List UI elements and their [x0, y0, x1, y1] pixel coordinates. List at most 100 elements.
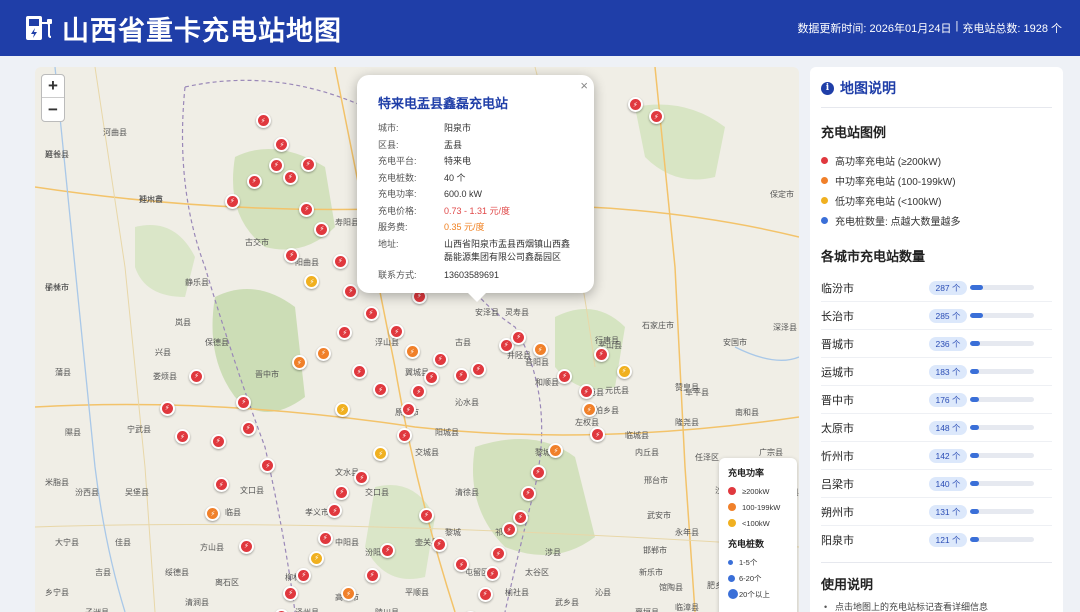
city-list[interactable]: 临汾市 287 个长治市 285 个晋城市 236 个运城市 183 个晋中市 176 个… [821, 274, 1052, 550]
station-marker-icon[interactable]: ⚡ [341, 586, 357, 602]
station-marker-icon[interactable]: ⚡ [268, 157, 284, 173]
city-name: 忻州市 [821, 450, 854, 463]
station-marker-icon[interactable]: ⚡ [470, 361, 486, 377]
station-marker-icon[interactable]: ⚡ [332, 253, 348, 269]
station-marker-icon[interactable]: ⚡ [557, 368, 573, 384]
city-row[interactable]: 朔州市 131 个 [821, 498, 1052, 526]
station-marker-icon[interactable]: ⚡ [477, 586, 493, 602]
station-marker-icon[interactable]: ⚡ [174, 429, 190, 445]
map-place-label: 泽州县 [295, 607, 319, 612]
city-row[interactable]: 临汾市 287 个 [821, 274, 1052, 302]
station-marker-icon[interactable]: ⚡ [532, 342, 548, 358]
station-marker-icon[interactable]: ⚡ [314, 221, 330, 237]
map-place-label: 隰县 [65, 428, 81, 437]
station-marker-icon[interactable]: ⚡ [210, 433, 226, 449]
station-marker-icon[interactable]: ⚡ [380, 542, 396, 558]
info-label: 城市: [378, 123, 399, 133]
station-marker-icon[interactable]: ⚡ [334, 484, 350, 500]
map-place-label: 大宁县 [55, 538, 79, 547]
station-marker-icon[interactable]: ⚡ [300, 156, 316, 172]
station-marker-icon[interactable]: ⚡ [484, 566, 500, 582]
map-place-label: 娄烦县 [153, 372, 177, 381]
city-count-bar [970, 481, 1034, 486]
map-place-label: 文口县 [240, 486, 264, 495]
station-marker-icon[interactable]: ⚡ [296, 567, 312, 583]
count-legend-item: 20个以上 [728, 586, 788, 602]
station-marker-icon[interactable]: ⚡ [512, 509, 528, 525]
station-marker-icon[interactable]: ⚡ [593, 346, 609, 362]
map-place-label: 方山县 [200, 543, 224, 552]
zoom-out-button[interactable]: − [42, 98, 64, 121]
city-row[interactable]: 晋城市 236 个 [821, 330, 1052, 358]
station-marker-icon[interactable]: ⚡ [418, 507, 434, 523]
city-row[interactable]: 晋中市 176 个 [821, 386, 1052, 414]
station-marker-icon[interactable]: ⚡ [189, 368, 205, 384]
station-marker-icon[interactable]: ⚡ [616, 363, 632, 379]
city-name: 朔州市 [821, 506, 854, 519]
info-value: 盂县 [444, 139, 463, 150]
station-marker-icon[interactable]: ⚡ [246, 173, 262, 189]
station-marker-icon[interactable]: ⚡ [501, 522, 517, 537]
station-marker-icon[interactable]: ⚡ [224, 193, 240, 209]
city-row[interactable]: 长治市 285 个 [821, 302, 1052, 330]
city-count-badge: 148 个 [929, 420, 967, 435]
map-place-label: 元氏县 [605, 386, 629, 395]
count-legend-title: 充电桩数 [728, 539, 765, 549]
station-marker-icon[interactable]: ⚡ [317, 530, 333, 546]
station-popup: × 特来电盂县鑫磊充电站 城市: 阳泉市 区县: 盂县 充电平台: 特来电 充电桩数: 40 … [357, 75, 594, 302]
map-place-label: 孝义市 [305, 508, 329, 517]
station-marker-icon[interactable]: ⚡ [236, 394, 252, 410]
map-place-label: 临漳县 [675, 603, 699, 612]
station-marker-icon[interactable]: ⚡ [284, 247, 300, 263]
station-marker-icon[interactable]: ⚡ [431, 536, 447, 552]
city-count-bar-fill [970, 453, 979, 458]
station-marker-icon[interactable]: ⚡ [238, 538, 254, 554]
station-marker-icon[interactable]: ⚡ [627, 97, 643, 113]
page-title: 山西省重卡充电站地图 [62, 15, 342, 46]
station-marker-icon[interactable]: ⚡ [343, 283, 359, 299]
station-marker-icon[interactable]: ⚡ [255, 113, 271, 129]
legend-label: 中功率充电站 (100-199kW) [835, 176, 956, 188]
city-row[interactable]: 太原市 148 个 [821, 414, 1052, 442]
map-canvas[interactable]: + − 榆林市 神木市 府谷县 保德县 河曲县 石家庄市 保定市 邢台市 邯郸市 文口县 晋中市 娄烦… [35, 67, 799, 612]
zoom-in-button[interactable]: + [42, 75, 64, 98]
station-marker-icon[interactable]: ⚡ [578, 384, 594, 400]
station-marker-icon[interactable]: ⚡ [363, 305, 379, 321]
station-marker-icon[interactable]: ⚡ [283, 585, 299, 601]
station-marker-icon[interactable]: ⚡ [424, 369, 440, 385]
station-marker-icon[interactable]: ⚡ [648, 109, 664, 125]
station-marker-icon[interactable]: ⚡ [364, 567, 380, 583]
map-place-label: 昔阳县 [525, 358, 549, 367]
update-time: 数据更新时间: 2026年01月24日 [797, 23, 952, 35]
power-dot-icon [728, 503, 736, 511]
popup-close-button[interactable]: × [580, 78, 588, 93]
map-place-label: 陵川县 [375, 607, 399, 612]
city-count-badge: 121 个 [929, 532, 967, 547]
station-marker-icon[interactable]: ⚡ [282, 169, 298, 185]
city-row[interactable]: 忻州市 142 个 [821, 442, 1052, 470]
station-marker-icon[interactable]: ⚡ [240, 420, 256, 436]
power-legend-label: 100-199kW [742, 502, 781, 512]
station-marker-icon[interactable]: ⚡ [432, 351, 448, 367]
station-marker-icon[interactable]: ⚡ [299, 201, 315, 217]
city-row[interactable]: 运城市 183 个 [821, 358, 1052, 386]
station-marker-icon[interactable]: ⚡ [315, 345, 331, 361]
station-marker-icon[interactable]: ⚡ [530, 464, 546, 480]
count-legend-item: 6-20个 [728, 570, 788, 586]
station-marker-icon[interactable]: ⚡ [351, 364, 367, 379]
city-count-bar-fill [970, 285, 983, 290]
city-count-bar [970, 509, 1034, 514]
station-marker-icon[interactable]: ⚡ [490, 546, 506, 562]
city-row[interactable]: 吕梁市 140 个 [821, 470, 1052, 498]
station-marker-icon[interactable]: ⚡ [453, 367, 469, 383]
station-marker-icon[interactable]: ⚡ [520, 485, 536, 501]
station-marker-icon[interactable]: ⚡ [309, 550, 325, 566]
city-row[interactable]: 阳泉市 121 个 [821, 526, 1052, 550]
usage-title: 使用说明 [821, 577, 874, 592]
station-marker-icon[interactable]: ⚡ [404, 344, 420, 360]
legend-item: 中功率充电站 (100-199kW) [821, 170, 1052, 190]
station-marker-icon[interactable]: ⚡ [581, 402, 597, 418]
city-name: 运城市 [821, 366, 854, 379]
station-marker-icon[interactable]: ⚡ [159, 400, 175, 416]
station-info-row: 城市: 阳泉市 [378, 120, 578, 137]
